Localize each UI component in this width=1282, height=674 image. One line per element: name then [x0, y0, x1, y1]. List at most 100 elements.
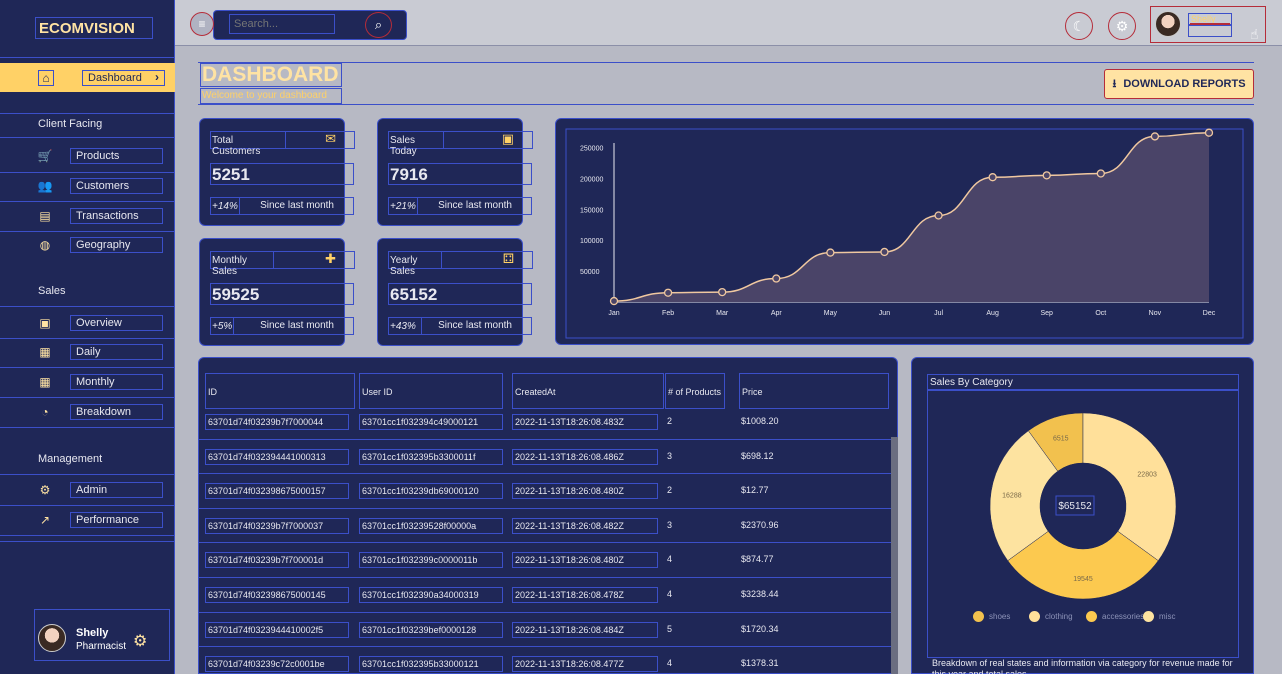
sales-area — [614, 132, 1209, 302]
avatar — [38, 624, 66, 652]
download-label: DOWNLOAD REPORTS — [1123, 78, 1246, 90]
sidebar-item-geography[interactable]: ◍ Geography — [0, 230, 175, 260]
sidebar-item-label: Breakdown — [70, 404, 163, 420]
stat-label: Sales Today — [388, 131, 444, 157]
x-tick-label: Mar — [716, 310, 729, 317]
table-cell: 63701d74f0323944410002f5 — [205, 621, 349, 638]
sales-point[interactable] — [826, 248, 835, 257]
table-scrollbar[interactable] — [891, 437, 898, 674]
legend-item-misc[interactable]: misc — [1143, 611, 1175, 622]
profile-role: Pharmacist — [76, 641, 127, 652]
stat-since: Since last month — [438, 320, 512, 331]
menu-icon[interactable]: ≡ — [190, 12, 214, 36]
legend-item-accessories[interactable]: accessories — [1086, 611, 1144, 622]
column-header[interactable]: ID — [205, 373, 355, 409]
dark-mode-icon[interactable]: ☾ — [1065, 12, 1093, 40]
table-cell: 2 — [667, 485, 673, 496]
table-cell: 2022-11-13T18:26:08.480Z — [512, 483, 658, 500]
x-tick-label: Aug — [986, 310, 999, 317]
legend-item-shoes[interactable]: shoes — [973, 611, 1010, 622]
stat-percent: +5% — [210, 317, 234, 335]
sales-point[interactable] — [718, 287, 727, 297]
table-cell: 3 — [667, 519, 673, 530]
x-tick-label: Dec — [1203, 310, 1216, 317]
x-tick-label: May — [824, 310, 838, 317]
sidebar-item-breakdown[interactable]: ◔ Breakdown — [0, 397, 175, 427]
sidebar-item-label: Monthly — [70, 374, 163, 390]
sidebar-item-transactions[interactable]: ▤ Transactions — [0, 201, 175, 231]
stat-card-sales-today: Sales Today ▣ 7916 +21% Since last month — [377, 118, 533, 226]
table-cell: 63701cc1f03239bef0000128 — [359, 621, 503, 638]
calendar-month-icon: ▦ — [39, 375, 51, 389]
sales-point[interactable] — [1042, 171, 1051, 180]
avatar — [1155, 11, 1181, 37]
sales-point[interactable] — [988, 173, 997, 182]
sales-point[interactable] — [772, 274, 781, 283]
table-cell: 63701d74f03239b7f7000037 — [205, 517, 349, 534]
stat-label: Yearly Sales — [388, 251, 442, 277]
settings-icon[interactable]: ⚙ — [1108, 12, 1136, 40]
sales-point[interactable] — [609, 296, 619, 306]
sidebar-item-dashboard-row[interactable]: ⌂ Dashboard › — [0, 63, 175, 93]
section-title-client: Client Facing — [38, 118, 103, 130]
sidebar-item-overview[interactable]: ▣ Overview — [0, 308, 175, 338]
column-header[interactable]: Price — [739, 373, 889, 409]
x-tick-label: Jun — [879, 310, 890, 317]
admin-icon: ⚙ — [39, 483, 51, 497]
legend-swatch — [1029, 611, 1040, 622]
column-header[interactable]: CreatedAt — [512, 373, 664, 409]
sales-point[interactable] — [1204, 128, 1214, 137]
sales-point[interactable] — [934, 211, 943, 220]
y-tick-label: 250000 — [580, 146, 603, 153]
divider — [0, 113, 175, 114]
row-divider — [199, 611, 893, 613]
stat-value: 7916 — [388, 163, 532, 185]
sales-line-chart: 250000 200000 150000 100000 50000 Jan Feb Mar Ap… — [565, 128, 1244, 339]
legend-label: shoes — [989, 612, 1011, 621]
search-input[interactable] — [229, 14, 335, 34]
stat-value: 65152 — [388, 283, 532, 305]
column-header[interactable]: # of Products — [665, 373, 725, 409]
legend-swatch — [1143, 611, 1154, 622]
sales-point[interactable] — [1096, 169, 1105, 178]
legend-swatch — [973, 611, 984, 622]
search-icon[interactable]: ⌕ — [365, 12, 392, 38]
sidebar-item-label: Geography — [70, 237, 163, 253]
sidebar-item-admin[interactable]: ⚙ Admin — [0, 475, 175, 505]
person-add-icon: ✚ — [325, 251, 336, 266]
table-cell: 63701cc1f032399c0000011b — [359, 552, 503, 569]
row-divider — [199, 646, 893, 648]
transactions-table: ID User ID CreatedAt # of Products Price 6370… — [198, 357, 898, 674]
table-cell: $2370.96 — [741, 519, 779, 530]
settings-icon[interactable]: ⚙ — [133, 631, 147, 651]
column-header[interactable]: User ID — [359, 373, 503, 409]
divider — [0, 535, 175, 536]
sidebar-item-label: Performance — [70, 512, 163, 528]
sales-by-category-donut: 6515 22803 19545 16288 $65152 — [989, 412, 1177, 600]
groups-icon: 👥 — [37, 179, 53, 193]
sidebar-item-products[interactable]: 🛒 Products — [0, 141, 175, 171]
sidebar-item-daily[interactable]: ▦ Daily — [0, 337, 175, 367]
y-tick-label: 150000 — [580, 207, 603, 214]
legend-item-clothing[interactable]: clothing — [1029, 611, 1073, 622]
sales-point[interactable] — [1150, 132, 1160, 141]
download-reports-button[interactable]: ⭳ DOWNLOAD REPORTS — [1104, 69, 1254, 99]
table-cell: 2022-11-13T18:26:08.483Z — [512, 414, 658, 430]
page-subtitle: Welcome to your dashboard — [200, 88, 342, 104]
home-icon: ⌂ — [38, 70, 54, 86]
receipt-icon: ▤ — [39, 209, 51, 223]
table-cell: 63701d74f03239b7f700001d — [205, 552, 349, 569]
point-of-sale-icon: ▣ — [501, 131, 514, 146]
sidebar-item-customers[interactable]: 👥 Customers — [0, 171, 175, 201]
sidebar-item-performance[interactable]: ↗ Performance — [0, 505, 175, 535]
pie-center-label: $65152 — [1058, 501, 1092, 512]
x-tick-label: Jan — [608, 310, 619, 317]
stat-card-monthly-sales: Monthly Sales ✚ 59525 +5% Since last mon… — [199, 238, 355, 346]
sidebar-item-monthly[interactable]: ▦ Monthly — [0, 367, 175, 397]
table-cell: 63701d74f032394441000313 — [205, 448, 349, 465]
table-cell: 2022-11-13T18:26:08.482Z — [512, 517, 658, 534]
table-cell: 2 — [667, 416, 673, 426]
sales-point[interactable] — [880, 247, 889, 257]
pointer-cursor-icon: ☝ — [1250, 26, 1259, 42]
sales-point[interactable] — [663, 288, 673, 297]
